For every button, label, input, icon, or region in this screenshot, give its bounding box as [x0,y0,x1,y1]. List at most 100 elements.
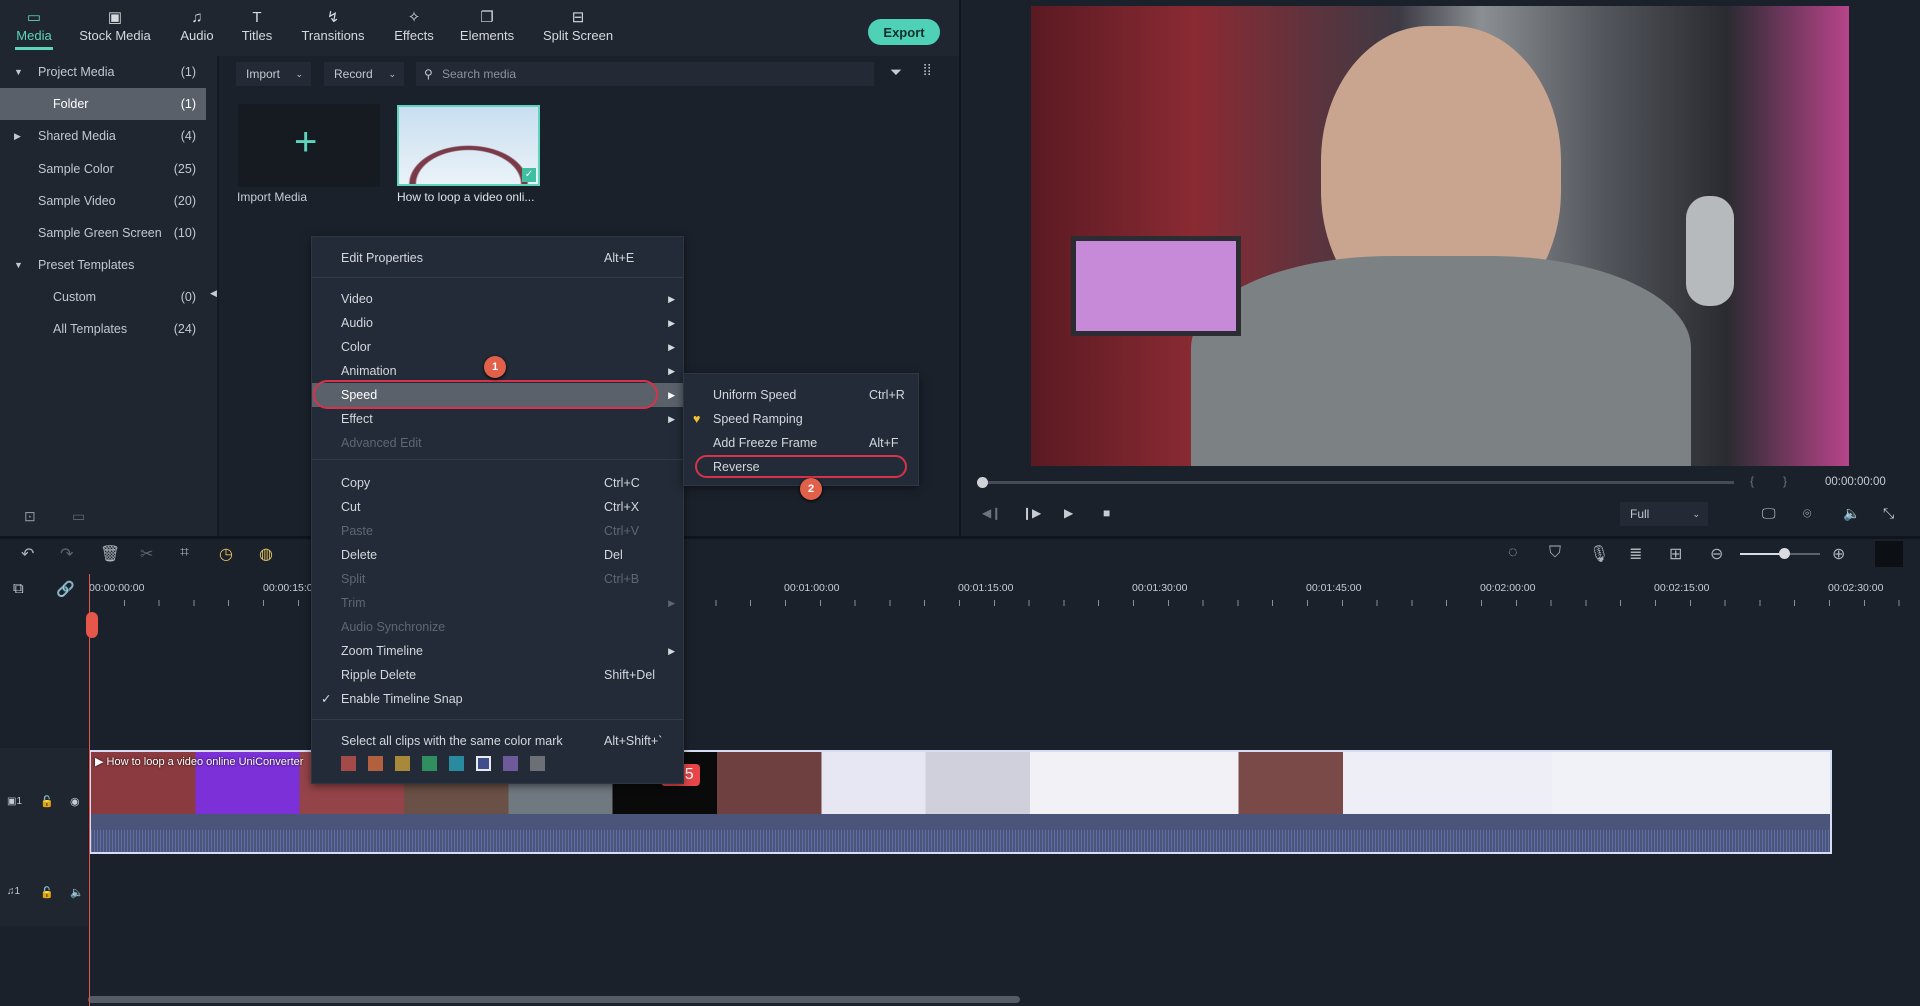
import-dropdown[interactable]: Import ⌄ [236,62,311,86]
stop-icon[interactable]: ■ [1103,506,1110,520]
color-mark-swatch[interactable] [476,756,491,771]
tab-stock-media[interactable]: ▣ Stock Media [79,8,151,43]
play-icon[interactable]: ▶ [1064,506,1073,520]
caret-right-icon: ▶ [14,131,21,141]
marker-icon[interactable]: ⛉ [1549,544,1561,562]
snapshot-icon[interactable]: ⌾ [1803,505,1811,522]
volume-icon[interactable]: 🔈 [1843,505,1860,522]
menu-item-delete[interactable]: Delete Del [312,543,683,567]
sidebar-item-preset-templates[interactable]: ▼ Preset Templates [0,249,206,281]
tab-elements[interactable]: ❐ Elements [460,8,514,43]
speed-icon[interactable]: ◷ [219,544,233,564]
menu-item-audio-synchronize[interactable]: Audio Synchronize [312,615,683,639]
redo-icon[interactable]: ↷ [60,544,73,564]
display-icon[interactable]: 🖵 [1762,505,1776,522]
color-mark-swatch[interactable] [341,756,356,771]
menu-item-enable-timeline-snap[interactable]: ✓ Enable Timeline Snap [312,687,683,711]
export-button[interactable]: Export [868,19,940,45]
link-icon[interactable]: 🔗 [56,580,75,598]
sidebar-item-sample-green-screen[interactable]: Sample Green Screen (10) [0,217,206,249]
menu-item-trim[interactable]: Trim ▶ [312,591,683,615]
crop-icon[interactable]: ⌗ [180,544,189,562]
menu-item-advanced-edit[interactable]: Advanced Edit [312,431,683,455]
menu-item-select-same-color[interactable]: Select all clips with the same color mar… [312,729,683,753]
menu-item-speed-ramping[interactable]: ♥ Speed Ramping [684,407,918,431]
menu-item-paste[interactable]: Paste Ctrl+V [312,519,683,543]
tab-split-screen[interactable]: ⊟ Split Screen [543,8,613,43]
collapse-panel-icon[interactable]: ◀ [210,288,217,299]
stock-icon: ▣ [107,9,123,26]
sidebar-item-sample-color[interactable]: Sample Color (25) [0,153,206,185]
tab-titles[interactable]: T Titles [242,8,273,43]
play-frame-icon[interactable]: ❙▶ [1022,506,1041,520]
color-mark-swatch[interactable] [395,756,410,771]
color-mark-swatch[interactable] [503,756,518,771]
add-track-icon[interactable]: ⧉ [13,580,24,597]
record-dropdown[interactable]: Record ⌄ [324,62,404,86]
playhead-handle[interactable] [86,612,98,638]
render-icon[interactable]: ◌ [1508,544,1518,562]
sidebar-item-custom[interactable]: Custom (0) [0,281,206,313]
menu-item-video[interactable]: Video ▶ [312,287,683,311]
ruler-label: 00:01:15:00 [958,582,1014,594]
preview-progress-track[interactable] [980,481,1734,484]
sidebar-item-sample-video[interactable]: Sample Video (20) [0,185,206,217]
color-mark-swatch[interactable] [530,756,545,771]
color-mark-swatch[interactable] [368,756,383,771]
fullscreen-icon[interactable]: ⤡ [1883,505,1894,522]
menu-item-ripple-delete[interactable]: Ripple Delete Shift+Del [312,663,683,687]
quality-dropdown[interactable]: Full ⌄ [1620,502,1708,526]
menu-item-edit-properties[interactable]: Edit Properties Alt+E [312,246,683,270]
search-input[interactable]: ⚲ Search media [416,62,874,86]
menu-item-effect[interactable]: Effect ▶ [312,407,683,431]
color-mark-swatch[interactable] [422,756,437,771]
menu-item-split[interactable]: Split Ctrl+B [312,567,683,591]
menu-item-copy[interactable]: Copy Ctrl+C [312,471,683,495]
mark-out-icon[interactable]: } [1783,474,1787,488]
color-icon[interactable]: ◍ [259,544,273,564]
import-media-tile[interactable]: + [238,104,380,187]
speaker-icon[interactable]: 🔈 [70,886,84,899]
sidebar-item-folder[interactable]: Folder (1) [0,88,206,120]
split-screen-icon: ⊟ [571,9,585,26]
lock-icon[interactable]: 🔓 [40,886,54,899]
tab-audio[interactable]: ♫ Audio [180,8,213,43]
layout-toggle[interactable] [1875,541,1903,567]
menu-item-cut[interactable]: Cut Ctrl+X [312,495,683,519]
lock-icon[interactable]: 🔓 [40,795,54,808]
zoom-in-icon[interactable]: ⊕ [1832,544,1845,564]
tab-effects[interactable]: ✧ Effects [394,8,434,43]
mic-icon[interactable]: 🎙 [1589,544,1609,564]
timeline-scrollbar[interactable] [88,996,1020,1003]
menu-item-audio[interactable]: Audio ▶ [312,311,683,335]
chevron-down-icon: ⌄ [1692,509,1700,519]
delete-icon[interactable]: 🗑 [100,544,120,564]
fit-icon[interactable]: ⊞ [1669,544,1682,564]
mark-in-icon[interactable]: { [1750,474,1754,488]
submenu-arrow-icon: ▶ [668,414,675,424]
filter-icon[interactable]: ⏷ [890,64,902,81]
sidebar-item-project-media[interactable]: ▼ Project Media (1) [0,56,206,88]
preview-progress-handle[interactable] [977,477,988,488]
cut-icon[interactable]: ✂ [140,544,153,564]
voiceover-list-icon[interactable]: ≣ [1629,544,1642,564]
prev-frame-icon[interactable]: ◀❙ [982,506,1001,520]
playhead[interactable] [89,574,90,1006]
menu-item-add-freeze-frame[interactable]: Add Freeze Frame Alt+F [684,431,918,455]
menu-item-uniform-speed[interactable]: Uniform Speed Ctrl+R [684,383,918,407]
tab-media[interactable]: ▭ Media [15,8,53,50]
tab-transitions[interactable]: ↯ Transitions [301,8,364,43]
menu-item-zoom-timeline[interactable]: Zoom Timeline ▶ [312,639,683,663]
sidebar-item-shared-media[interactable]: ▶ Shared Media (4) [0,120,206,152]
sidebar-item-all-templates[interactable]: All Templates (24) [0,313,206,345]
eye-icon[interactable]: ◉ [70,795,80,808]
zoom-out-icon[interactable]: ⊖ [1710,544,1723,564]
zoom-slider-handle[interactable] [1779,548,1790,559]
folder-icon[interactable]: ▭ [72,508,85,525]
media-clip-thumbnail[interactable]: ✓ [397,105,540,186]
grid-view-icon[interactable]: ⁞⁞ [923,62,931,79]
new-folder-icon[interactable]: ⊡ [24,508,36,525]
color-mark-swatch[interactable] [449,756,464,771]
text-icon: T [252,9,262,26]
undo-icon[interactable]: ↶ [21,544,34,564]
